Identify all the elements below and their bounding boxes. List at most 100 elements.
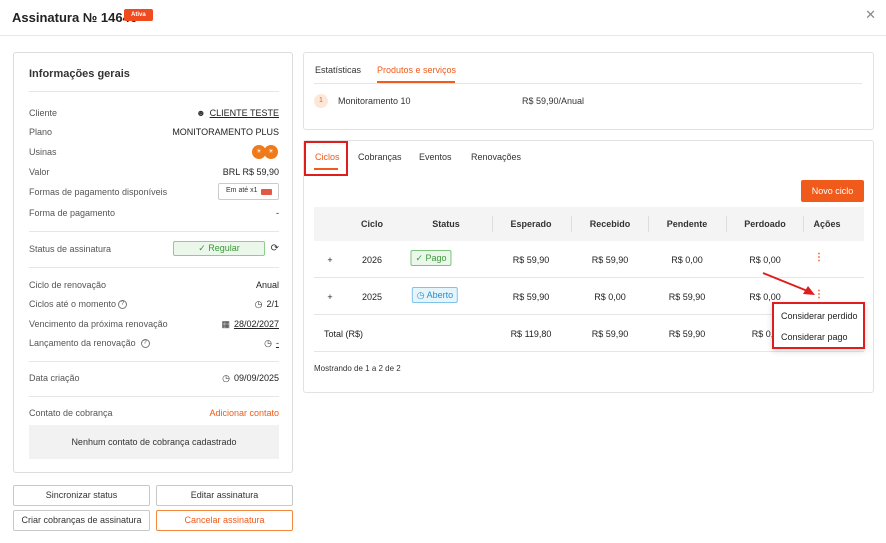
new-cycle-button[interactable]: Novo ciclo	[801, 180, 864, 202]
payment-methods-row: Formas de pagamento disponíveis Em até x…	[29, 183, 279, 200]
tab-renewals[interactable]: Renovações	[471, 152, 521, 162]
forgiven-value: R$ 0,00	[749, 255, 781, 265]
row-actions-menu: Considerar perdido Considerar pago	[772, 302, 865, 349]
menu-item-mark-lost[interactable]: Considerar perdido	[781, 311, 858, 321]
sync-status-button[interactable]: Sincronizar status	[13, 485, 150, 506]
status-label: Status de assinatura	[29, 244, 112, 254]
payment-methods-value: Em até x1	[226, 187, 258, 194]
divider	[29, 231, 279, 232]
plan-row: Plano MONITORAMENTO PLUS	[29, 126, 279, 140]
divider	[29, 361, 279, 362]
renewal-cycle-row: Ciclo de renovação Anual	[29, 279, 279, 293]
divider	[492, 216, 493, 232]
pagination-info: Mostrando de 1 a 2 de 2	[314, 364, 401, 373]
column-header: Ações	[813, 219, 841, 229]
column-header: Ciclo	[360, 219, 384, 229]
status-badge: Ativa	[124, 9, 153, 21]
column-header: Esperado	[510, 219, 552, 229]
divider	[803, 216, 804, 232]
client-value[interactable]: CLIENTE TESTE	[210, 108, 279, 118]
page-title: Assinatura № 14646	[12, 10, 138, 25]
expand-icon[interactable]: +	[327, 255, 332, 265]
tab-events[interactable]: Eventos	[419, 152, 452, 162]
add-contact-link[interactable]: Adicionar contato	[209, 408, 279, 418]
cycles-card: Ciclos Cobranças Eventos Renovações Novo…	[303, 140, 874, 393]
modal-header: Assinatura № 14646 Ativa ✕	[0, 0, 886, 36]
subscription-status-value: Regular	[208, 243, 240, 253]
clock-icon: ◷	[222, 373, 230, 383]
received-value: R$ 0,00	[594, 292, 626, 302]
divider	[648, 216, 649, 232]
product-name: Monitoramento 10	[338, 96, 411, 106]
value-label: Valor	[29, 167, 50, 177]
edit-subscription-button[interactable]: Editar assinatura	[156, 485, 293, 506]
next-due-row: Vencimento da próxima renovação ▦ 28/02/2…	[29, 318, 279, 332]
billing-contact-label: Contato de cobrança	[29, 408, 113, 418]
plan-value: MONITORAMENTO PLUS	[172, 127, 279, 137]
menu-item-mark-paid[interactable]: Considerar pago	[781, 332, 848, 342]
client-row: Cliente ☻ CLIENTE TESTE	[29, 107, 279, 121]
calendar-icon: ▦	[221, 319, 230, 329]
next-due-label: Vencimento da próxima renovação	[29, 319, 168, 329]
created-value: ◷ 09/09/2025	[222, 373, 279, 383]
column-header: Status	[432, 219, 460, 229]
tab-charges[interactable]: Cobranças	[358, 152, 402, 162]
annotation-arrow	[762, 272, 815, 295]
cancel-subscription-button[interactable]: Cancelar assinatura	[156, 510, 293, 531]
received-value: R$ 59,90	[591, 255, 629, 265]
payment-methods-button[interactable]: Em até x1	[218, 183, 279, 200]
divider	[726, 216, 727, 232]
product-price: R$ 59,90/Anual	[522, 96, 585, 106]
expected-value: R$ 59,90	[512, 255, 550, 265]
table-header: Ciclo Status Esperado Recebido Pendente …	[314, 207, 864, 241]
client-label: Cliente	[29, 108, 58, 118]
refresh-icon[interactable]: ⟳	[271, 243, 279, 254]
status-row: Status de assinatura ✓ Regular ⟳	[29, 241, 279, 257]
renewal-launch-value[interactable]: ◷ -	[264, 338, 279, 349]
total-label: Total (R$)	[324, 329, 364, 339]
client-link[interactable]: ☻ CLIENTE TESTE	[196, 108, 279, 118]
no-contact-message: Nenhum contato de cobrança cadastrado	[29, 425, 279, 459]
cycles-so-far-row: Ciclos até o momento? ◷ 2/1	[29, 298, 279, 312]
tab-statistics[interactable]: Estatísticas	[315, 65, 361, 75]
status-pill-paid: ✓ Pago	[410, 250, 452, 266]
usinas-label: Usinas	[29, 147, 57, 157]
help-icon[interactable]: ?	[118, 300, 128, 310]
payment-methods-label: Formas de pagamento disponíveis	[29, 187, 168, 197]
create-charges-button[interactable]: Criar cobranças de assinatura	[13, 510, 150, 531]
divider	[29, 396, 279, 397]
subscription-status-pill: ✓ Regular	[173, 241, 265, 256]
general-info-card: Informações gerais Cliente ☻ CLIENTE TEST…	[13, 52, 293, 473]
close-icon[interactable]: ✕	[865, 7, 876, 23]
renewal-launch-label: Lançamento da renovação?	[29, 338, 150, 349]
expected-value: R$ 59,90	[512, 292, 550, 302]
renewal-cycle-value: Anual	[255, 280, 279, 290]
renewal-cycle-label: Ciclo de renovação	[29, 280, 107, 290]
user-icon: ☻	[196, 108, 206, 118]
clock-icon: ◷	[416, 290, 425, 300]
plan-label: Plano	[29, 127, 53, 137]
cycles-so-far-value: ◷ 2/1	[254, 299, 279, 309]
value-value: BRL R$ 59,90	[222, 167, 279, 177]
payment-method-value: -	[276, 208, 279, 218]
created-row: Data criação ◷ 09/09/2025	[29, 372, 279, 386]
row-actions-icon[interactable]: ⋮	[814, 252, 824, 263]
solar-plant-icon[interactable]: ☀	[264, 145, 278, 159]
product-index: 1	[314, 94, 328, 108]
check-circle-icon: ✓	[415, 253, 423, 263]
next-due-value[interactable]: ▦ 28/02/2027	[221, 319, 279, 330]
status-pill-open: ◷ Aberto	[411, 287, 459, 303]
tab-products-services[interactable]: Produtos e serviços	[377, 65, 456, 75]
usinas-row: Usinas ☀ ☀	[29, 145, 279, 160]
expand-icon[interactable]: +	[327, 292, 332, 302]
column-header: Pendente	[666, 219, 708, 229]
cycle-year: 2025	[361, 292, 383, 302]
divider	[29, 91, 279, 92]
total-received: R$ 59,90	[591, 329, 629, 339]
value-row: Valor BRL R$ 59,90	[29, 166, 279, 180]
total-pending: R$ 59,90	[668, 329, 706, 339]
billing-contact-row: Contato de cobrança Adicionar contato	[29, 407, 279, 421]
clock-icon: ◷	[254, 299, 263, 309]
credit-card-icon	[261, 189, 272, 195]
help-icon[interactable]: ?	[140, 339, 150, 349]
